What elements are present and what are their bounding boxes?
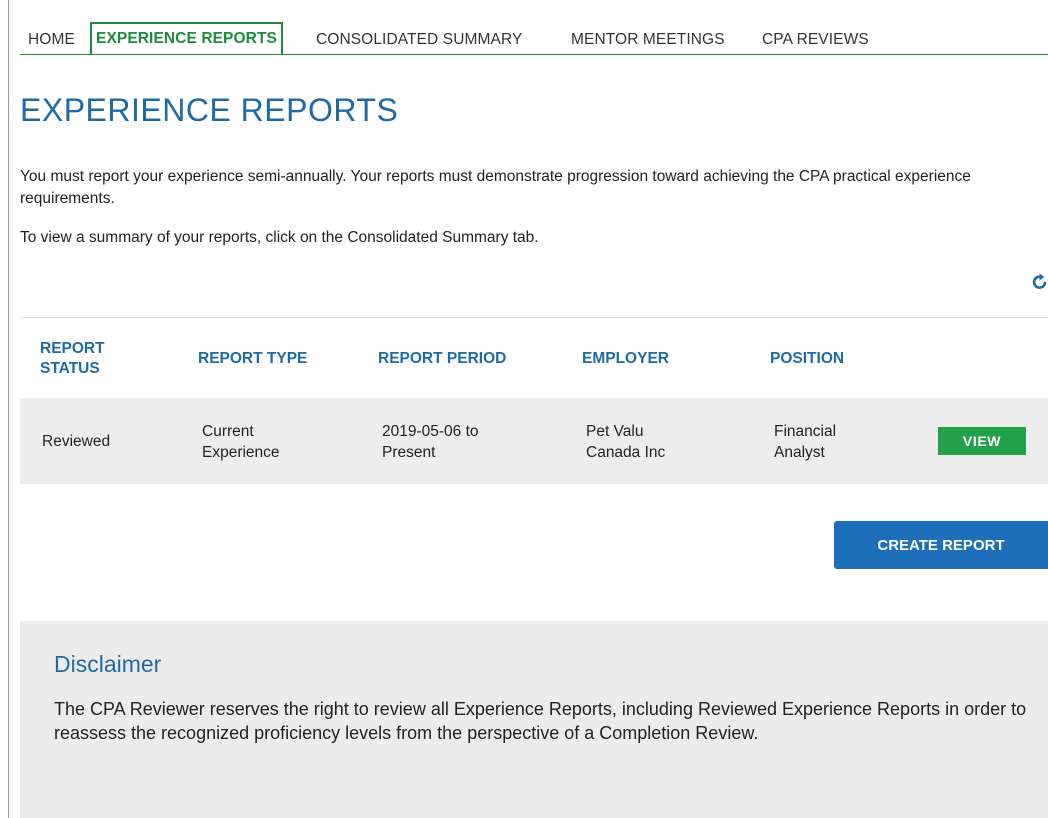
header-status-line1: REPORT	[40, 340, 105, 357]
nav-home[interactable]: HOME	[28, 27, 75, 53]
frame-border	[8, 0, 9, 818]
experience-reports-page: HOME EXPERIENCE REPORTS CONSOLIDATED SUM…	[20, 0, 1048, 818]
cell-report-type: Current Experience	[202, 421, 280, 463]
header-report-type: REPORT TYPE	[198, 350, 308, 367]
cell-position-line1: Financial	[774, 423, 837, 440]
cell-report-status: Reviewed	[42, 433, 111, 450]
create-report-button[interactable]: CREATE REPORT	[834, 521, 1048, 569]
cell-type-line1: Current	[202, 423, 254, 440]
cell-report-period: 2019-05-06 to Present	[382, 421, 479, 463]
cell-employer-line2: Canada Inc	[586, 444, 666, 461]
nav-mentor-meetings[interactable]: MENTOR MEETINGS	[571, 27, 725, 53]
disclaimer-text: The CPA Reviewer reserves the right to r…	[54, 699, 1027, 743]
header-position: POSITION	[770, 350, 845, 367]
cell-employer-line1: Pet Valu	[586, 423, 644, 440]
summary-hint-text: To view a summary of your reports, click…	[20, 229, 539, 246]
cell-employer: Pet Valu Canada Inc	[586, 421, 665, 463]
disclaimer-title: Disclaimer	[54, 651, 162, 677]
header-status-line2: STATUS	[40, 360, 100, 377]
cell-position-line2: Analyst	[774, 444, 825, 461]
cell-position: Financial Analyst	[774, 421, 836, 463]
cell-period-line2: Present	[382, 444, 436, 461]
header-report-period: REPORT PERIOD	[378, 350, 507, 367]
cell-type-line2: Experience	[202, 444, 280, 461]
header-report-status: REPORT STATUS	[40, 339, 105, 379]
table-top-divider	[20, 317, 1048, 318]
table-row	[20, 398, 1048, 484]
intro-text: You must report your experience semi-ann…	[20, 168, 971, 207]
disclaimer-panel: Disclaimer The CPA Reviewer reserves the…	[20, 621, 1048, 818]
nav-cpa-reviews[interactable]: CPA REVIEWS	[762, 27, 869, 53]
refresh-icon[interactable]	[1032, 272, 1048, 290]
cell-period-line1: 2019-05-06 to	[382, 423, 479, 440]
page-title: EXPERIENCE REPORTS	[20, 92, 399, 128]
nav-consolidated-summary[interactable]: CONSOLIDATED SUMMARY	[316, 27, 522, 53]
view-report-button[interactable]: VIEW	[938, 427, 1026, 455]
header-employer: EMPLOYER	[582, 350, 669, 367]
nav-experience-reports[interactable]: EXPERIENCE REPORTS	[90, 22, 283, 54]
main-nav: HOME EXPERIENCE REPORTS CONSOLIDATED SUM…	[20, 22, 1048, 55]
